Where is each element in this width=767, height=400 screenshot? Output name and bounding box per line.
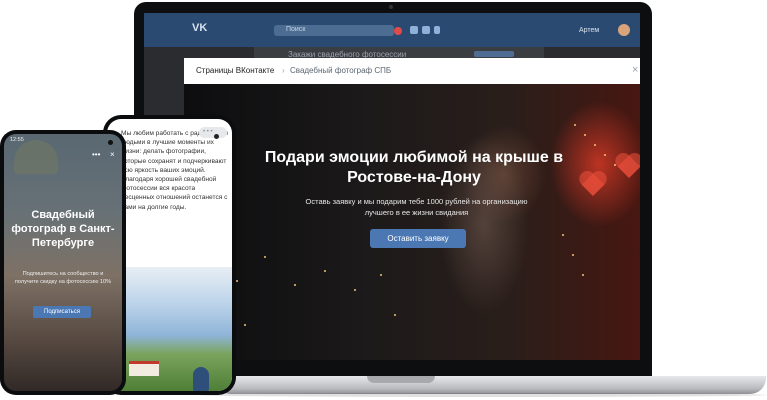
more-menu-icon[interactable]: ••• [92,151,100,159]
breadcrumb-current[interactable]: Свадебный фотограф СПБ [290,66,391,76]
phone-front-screen: 12:55 ••• × Свадебный фотограф в Санкт-П… [4,134,122,391]
hero-image [184,84,640,360]
leave-request-button[interactable]: Оставить заявку [370,229,466,248]
photo-person [193,367,209,391]
breadcrumb-separator: › [282,66,285,75]
couple-photo [419,94,549,354]
vk-logo[interactable]: VK [192,22,208,34]
landing-modal: Страницы ВКонтакте › Свадебный фотограф … [184,58,640,360]
laptop-shadow [200,393,766,397]
photo-overlay [4,134,122,391]
about-text: Мы любим работать с радостными людьми в … [121,130,228,211]
subscribe-button[interactable]: Подписаться [33,306,91,318]
heart-decoration [614,154,640,182]
feed-post-button[interactable] [474,51,514,57]
hero-subtitle: Оставь заявку и мы подарим тебе 1000 руб… [305,197,528,217]
vk-header-icons [410,26,440,35]
vk-user-name[interactable]: Артем [579,26,599,35]
avatar[interactable] [618,24,630,36]
notification-icon[interactable] [394,27,402,35]
close-icon[interactable]: × [110,151,115,159]
phone-middle-camera [214,134,219,139]
play-icon[interactable] [422,26,430,34]
music-icon[interactable] [410,26,418,34]
laptop-base [214,376,766,394]
hero-title: Подари эмоции любимой на крыше в Ростове… [264,149,564,186]
menu-dots-icon: • • • [203,129,213,135]
phone-front-camera [108,140,113,145]
phone-front-title: Свадебный фотограф в Санкт-Петербурге [11,209,115,249]
status-time: 12:55 [10,137,24,143]
breadcrumb-root[interactable]: Страницы ВКонтакте [196,66,274,76]
modal-close-icon[interactable]: × [632,64,638,76]
photo-house [129,361,159,376]
laptop-camera [389,5,393,9]
phone-front-subtitle: Подпишитесь на сообщество и получите ски… [14,271,112,285]
more-icon[interactable] [434,26,440,34]
heart-decoration [578,172,608,200]
laptop-notch [367,376,435,383]
vk-search-placeholder: Поиск [286,26,306,33]
